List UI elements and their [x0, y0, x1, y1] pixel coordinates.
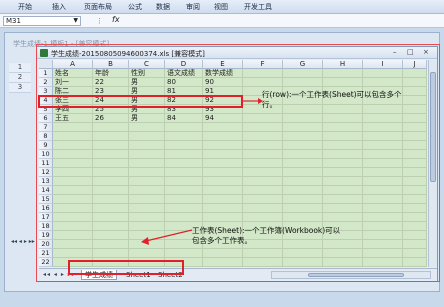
- sheet-arrow: [145, 229, 193, 242]
- row-annotation: 行(row):一个工作表(Sheet)可以包含多个行。: [262, 90, 402, 109]
- annotation-arrows: [141, 98, 263, 245]
- sheet-annotation: 工作表(Sheet):一个工作簿(Workbook)可以包含多个工作表。: [192, 226, 341, 245]
- sheet-arrow-head: [141, 237, 149, 245]
